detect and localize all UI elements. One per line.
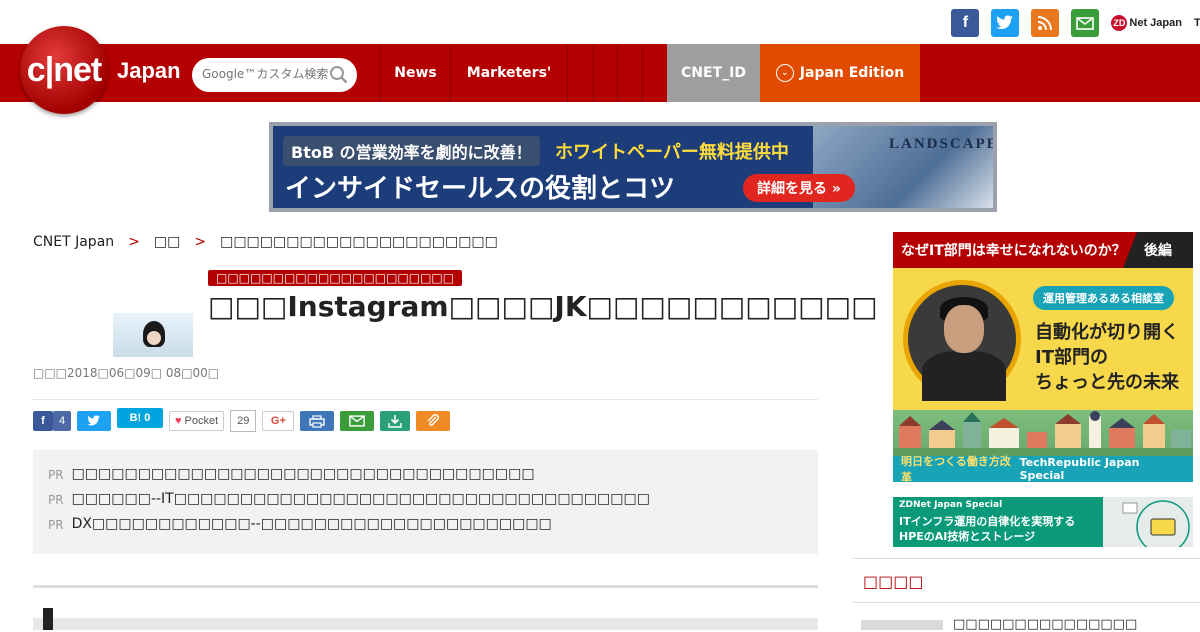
banner-tag: BtoB の営業効率を劇的に改善！: [283, 136, 540, 166]
sidebar-ad-techrepublic[interactable]: なぜIT部門は幸せになれないのか？ 後編 運用管理あるある相談室 自動化が切り開…: [893, 232, 1193, 482]
ad1-line: IT部門の: [1035, 347, 1108, 368]
sidebar-section-title: □□□□: [863, 572, 924, 591]
chevron-down-icon: ⌄: [775, 64, 794, 82]
pr-label: PR: [48, 468, 64, 482]
article-body-header: [33, 618, 818, 630]
social-strip: f ZDNet Japan Te: [951, 8, 1200, 38]
nav-cnet-id-label: CNET_ID: [681, 65, 746, 81]
ad1-line: ちょっと先の未来: [1035, 372, 1179, 393]
ad1-footer: 明日をつくる働き方改革 TechRepublic Japan Special: [893, 455, 1193, 482]
nav-edition-label: Japan Edition: [799, 65, 905, 81]
techrepublic-link[interactable]: Te: [1194, 17, 1200, 29]
ad2-text: ITインフラ運用の自律化を実現する HPEのAI技術とストレージ: [899, 514, 1075, 544]
download-icon[interactable]: [380, 411, 411, 431]
nav-empty-1[interactable]: [567, 44, 593, 102]
ad2-illustration: [1103, 497, 1193, 547]
pr-link[interactable]: □□□□□□□□□□□□□□□□□□□□□□□□□□□□□□□□□□□: [72, 466, 535, 482]
breadcrumb-separator: >: [194, 234, 207, 250]
ad2-line: ITインフラ運用の自律化を実現する: [899, 515, 1076, 528]
nav-news[interactable]: News: [380, 44, 450, 102]
ad2-label: ZDNet Japan Special: [899, 500, 1003, 510]
breadcrumb: CNET Japan > □□ > □□□□□□□□□□□□□□□□□□□□□: [33, 234, 498, 250]
ad1-foot-right: TechRepublic Japan Special: [1019, 456, 1140, 482]
nav-marketers[interactable]: Marketers': [450, 44, 567, 102]
pr-label: PR: [48, 518, 64, 532]
ad1-headline: 自動化が切り開く IT部門の ちょっと先の未来: [1035, 320, 1179, 395]
divider: [33, 399, 818, 400]
pr-label: PR: [48, 493, 64, 507]
pocket-button[interactable]: ♥ Pocket: [169, 411, 225, 431]
banner-cta-button[interactable]: 詳細を見る »: [743, 174, 855, 202]
zdnet-link[interactable]: ZD Net Japan: [1111, 15, 1182, 31]
facebook-glyph: f: [962, 14, 969, 31]
search-box[interactable]: [192, 58, 357, 92]
logo-japan-label: Japan: [117, 58, 181, 83]
facebook-share-icon: f: [33, 411, 53, 431]
pr-link[interactable]: □□□□□□--IT□□□□□□□□□□□□□□□□□□□□□□□□□□□□□□…: [72, 491, 650, 507]
clip-icon[interactable]: [416, 411, 451, 431]
nav-news-label: News: [394, 65, 437, 81]
pocket-label: Pocket: [184, 415, 219, 427]
article-headline: □□□Instagram□□□□JK□□□□□□□□□□□: [208, 290, 878, 323]
facebook-share-count: 4: [53, 411, 71, 431]
facebook-icon[interactable]: f: [951, 9, 980, 37]
nav-empty-3[interactable]: [617, 44, 642, 102]
article-thumbnail: [113, 313, 193, 357]
top-banner-ad[interactable]: LANDSCAPE BtoB の営業効率を劇的に改善！ ホワイトペーパー無料提供…: [269, 122, 997, 212]
logo-text: c|net: [26, 50, 102, 89]
breadcrumb-section[interactable]: □□: [154, 234, 180, 250]
nav-marketers-label: Marketers': [466, 65, 552, 81]
banner-brand: LANDSCAPE: [889, 136, 997, 152]
search-icon[interactable]: [329, 65, 349, 85]
ad1-portrait: [903, 280, 1021, 401]
nav-empty-4[interactable]: [642, 44, 667, 102]
ad1-town-illustration: [893, 410, 1193, 456]
zdnet-mark: ZD: [1111, 15, 1128, 31]
search-input[interactable]: [200, 66, 334, 82]
cnet-logo[interactable]: c|net: [20, 26, 108, 114]
twitter-icon[interactable]: [991, 9, 1020, 37]
rss-icon[interactable]: [1031, 9, 1060, 37]
twitter-share-button[interactable]: [77, 411, 111, 431]
pocket-count: 29: [230, 410, 257, 432]
ad1-line: 自動化が切り開く: [1035, 322, 1179, 343]
techrepublic-label: Te: [1193, 17, 1200, 29]
ad2-line: HPEのAI技術とストレージ: [899, 530, 1036, 543]
banner-free-offer: ホワイトペーパー無料提供中: [555, 142, 789, 163]
print-icon[interactable]: [300, 411, 335, 431]
facebook-share[interactable]: f 4: [33, 411, 71, 431]
nav-cnet-id[interactable]: CNET_ID: [667, 44, 760, 102]
pocket-icon: ♥: [175, 415, 182, 427]
divider: [853, 602, 1200, 603]
breadcrumb-current: □□□□□□□□□□□□□□□□□□□□□: [220, 234, 498, 250]
sidebar-ad-zdnet[interactable]: ZDNet Japan Special ITインフラ運用の自律化を実現する HP…: [893, 497, 1193, 547]
category-badge[interactable]: □□□□□□□□□□□□□□□□□□□□□: [208, 270, 463, 286]
mail-icon[interactable]: [1071, 9, 1100, 37]
zdnet-label: Net Japan: [1129, 17, 1182, 29]
hatena-bookmark-button[interactable]: B! 0: [117, 408, 163, 428]
divider: [33, 585, 818, 588]
pr-box: PR □□□□□□□□□□□□□□□□□□□□□□□□□□□□□□□□□□□ P…: [33, 450, 818, 554]
pr-link[interactable]: DX□□□□□□□□□□□□--□□□□□□□□□□□□□□□□□□□□□□: [72, 516, 552, 532]
nav-empty-2[interactable]: [593, 44, 617, 102]
nav-japan-edition[interactable]: ⌄ Japan Edition: [760, 44, 920, 102]
breadcrumb-separator: >: [128, 234, 140, 250]
article-byline: □□□2018□06□09□ 08□00□: [33, 366, 220, 380]
banner-headline: インサイドセールスの役割とコツ: [285, 174, 676, 204]
gplus-button[interactable]: G+: [262, 411, 295, 431]
pr-item[interactable]: PR □□□□□□□□□□□□□□□□□□□□□□□□□□□□□□□□□□□: [48, 466, 535, 482]
share-bar: f 4 B! 0 ♥ Pocket 29 G+: [33, 408, 451, 432]
pr-item[interactable]: PR □□□□□□--IT□□□□□□□□□□□□□□□□□□□□□□□□□□□…: [48, 491, 650, 507]
ad1-pill: 運用管理あるある相談室: [1033, 286, 1174, 310]
section-marker: [43, 608, 53, 630]
breadcrumb-home[interactable]: CNET Japan: [33, 234, 114, 250]
pr-item[interactable]: PR DX□□□□□□□□□□□□--□□□□□□□□□□□□□□□□□□□□□…: [48, 516, 552, 532]
divider: [853, 558, 1200, 559]
ad1-foot-left: 明日をつくる働き方改革: [901, 455, 1011, 482]
sidebar-item-thumbnail[interactable]: [861, 620, 943, 630]
mail-share-icon[interactable]: [340, 411, 375, 431]
